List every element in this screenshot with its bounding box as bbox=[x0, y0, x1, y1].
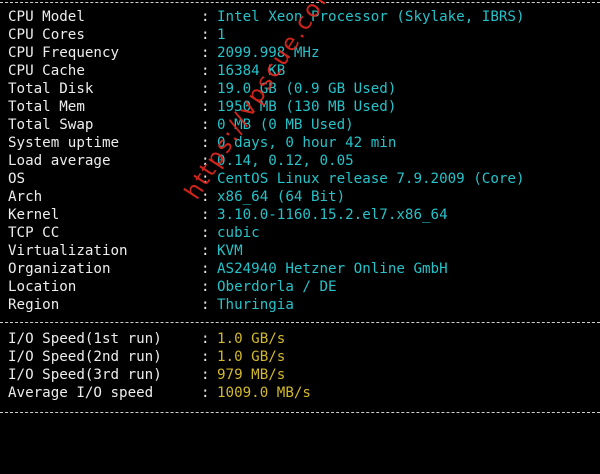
value-os: CentOS Linux release 7.9.2009 (Core) bbox=[217, 171, 525, 187]
colon: : bbox=[201, 63, 210, 79]
label-total-disk: Total Disk bbox=[8, 81, 94, 97]
label-virtualization: Virtualization bbox=[8, 243, 128, 259]
value-organization: AS24940 Hetzner Online GmbH bbox=[217, 261, 448, 277]
label-os: OS bbox=[8, 171, 26, 187]
value-kernel: 3.10.0-1160.15.2.el7.x86_64 bbox=[217, 207, 448, 223]
label-average-io-speed: Average I/O speed bbox=[8, 385, 154, 401]
colon: : bbox=[201, 99, 210, 115]
colon: : bbox=[201, 207, 210, 223]
value-io-speed-3: 979 MB/s bbox=[217, 367, 286, 383]
colon: : bbox=[201, 385, 210, 401]
value-location: Oberdorla / DE bbox=[217, 279, 337, 295]
label-total-mem: Total Mem bbox=[8, 99, 85, 115]
colon: : bbox=[201, 261, 210, 277]
value-region: Thuringia bbox=[217, 297, 294, 313]
row-io-speed-2: I/O Speed(2nd run) : 1.0 GB/s bbox=[8, 348, 285, 366]
row-total-disk: Total Disk : 19.0 GB (0.9 GB Used) bbox=[8, 80, 396, 98]
value-tcp-cc: cubic bbox=[217, 225, 260, 241]
row-os: OS : CentOS Linux release 7.9.2009 (Core… bbox=[8, 170, 525, 188]
row-cpu-cores: CPU Cores : 1 bbox=[8, 26, 226, 44]
label-tcp-cc: TCP CC bbox=[8, 225, 60, 241]
label-cpu-cache: CPU Cache bbox=[8, 63, 85, 79]
colon: : bbox=[201, 279, 210, 295]
colon: : bbox=[201, 9, 210, 25]
colon: : bbox=[201, 297, 210, 313]
row-system-uptime: System uptime : 0 days, 0 hour 42 min bbox=[8, 134, 396, 152]
separator-bottom bbox=[0, 412, 600, 413]
colon: : bbox=[201, 331, 210, 347]
colon: : bbox=[201, 117, 210, 133]
label-arch: Arch bbox=[8, 189, 43, 205]
colon: : bbox=[201, 367, 210, 383]
label-io-speed-1: I/O Speed(1st run) bbox=[8, 331, 162, 347]
row-load-average: Load average : 0.14, 0.12, 0.05 bbox=[8, 152, 354, 170]
row-organization: Organization : AS24940 Hetzner Online Gm… bbox=[8, 260, 448, 278]
row-cpu-model: CPU Model : Intel Xeon Processor (Skylak… bbox=[8, 8, 525, 26]
value-io-speed-1: 1.0 GB/s bbox=[217, 331, 286, 347]
label-region: Region bbox=[8, 297, 60, 313]
row-average-io-speed: Average I/O speed : 1009.0 MB/s bbox=[8, 384, 311, 402]
label-organization: Organization bbox=[8, 261, 111, 277]
label-kernel: Kernel bbox=[8, 207, 60, 223]
value-arch: x86_64 (64 Bit) bbox=[217, 189, 346, 205]
colon: : bbox=[201, 349, 210, 365]
value-load-average: 0.14, 0.12, 0.05 bbox=[217, 153, 354, 169]
label-system-uptime: System uptime bbox=[8, 135, 120, 151]
separator-middle bbox=[0, 322, 600, 323]
label-total-swap: Total Swap bbox=[8, 117, 94, 133]
label-location: Location bbox=[8, 279, 77, 295]
label-load-average: Load average bbox=[8, 153, 111, 169]
row-total-mem: Total Mem : 1950 MB (130 MB Used) bbox=[8, 98, 396, 116]
colon: : bbox=[201, 243, 210, 259]
value-io-speed-2: 1.0 GB/s bbox=[217, 349, 286, 365]
colon: : bbox=[201, 81, 210, 97]
label-cpu-cores: CPU Cores bbox=[8, 27, 85, 43]
row-location: Location : Oberdorla / DE bbox=[8, 278, 337, 296]
row-virtualization: Virtualization : KVM bbox=[8, 242, 243, 260]
label-cpu-frequency: CPU Frequency bbox=[8, 45, 120, 61]
row-cpu-frequency: CPU Frequency : 2099.998 MHz bbox=[8, 44, 320, 62]
value-cpu-cores: 1 bbox=[217, 27, 226, 43]
row-kernel: Kernel : 3.10.0-1160.15.2.el7.x86_64 bbox=[8, 206, 448, 224]
colon: : bbox=[201, 225, 210, 241]
label-io-speed-3: I/O Speed(3rd run) bbox=[8, 367, 162, 383]
row-arch: Arch : x86_64 (64 Bit) bbox=[8, 188, 345, 206]
label-io-speed-2: I/O Speed(2nd run) bbox=[8, 349, 162, 365]
row-io-speed-3: I/O Speed(3rd run) : 979 MB/s bbox=[8, 366, 285, 384]
value-average-io-speed: 1009.0 MB/s bbox=[217, 385, 311, 401]
colon: : bbox=[201, 27, 210, 43]
terminal-output[interactable]: CPU Model : Intel Xeon Processor (Skylak… bbox=[0, 0, 600, 415]
value-virtualization: KVM bbox=[217, 243, 243, 259]
row-total-swap: Total Swap : 0 MB (0 MB Used) bbox=[8, 116, 354, 134]
row-io-speed-1: I/O Speed(1st run) : 1.0 GB/s bbox=[8, 330, 285, 348]
row-tcp-cc: TCP CC : cubic bbox=[8, 224, 260, 242]
colon: : bbox=[201, 45, 210, 61]
row-region: Region : Thuringia bbox=[8, 296, 294, 314]
row-cpu-cache: CPU Cache : 16384 KB bbox=[8, 62, 285, 80]
value-cpu-model: Intel Xeon Processor (Skylake, IBRS) bbox=[217, 9, 525, 25]
label-cpu-model: CPU Model bbox=[8, 9, 85, 25]
